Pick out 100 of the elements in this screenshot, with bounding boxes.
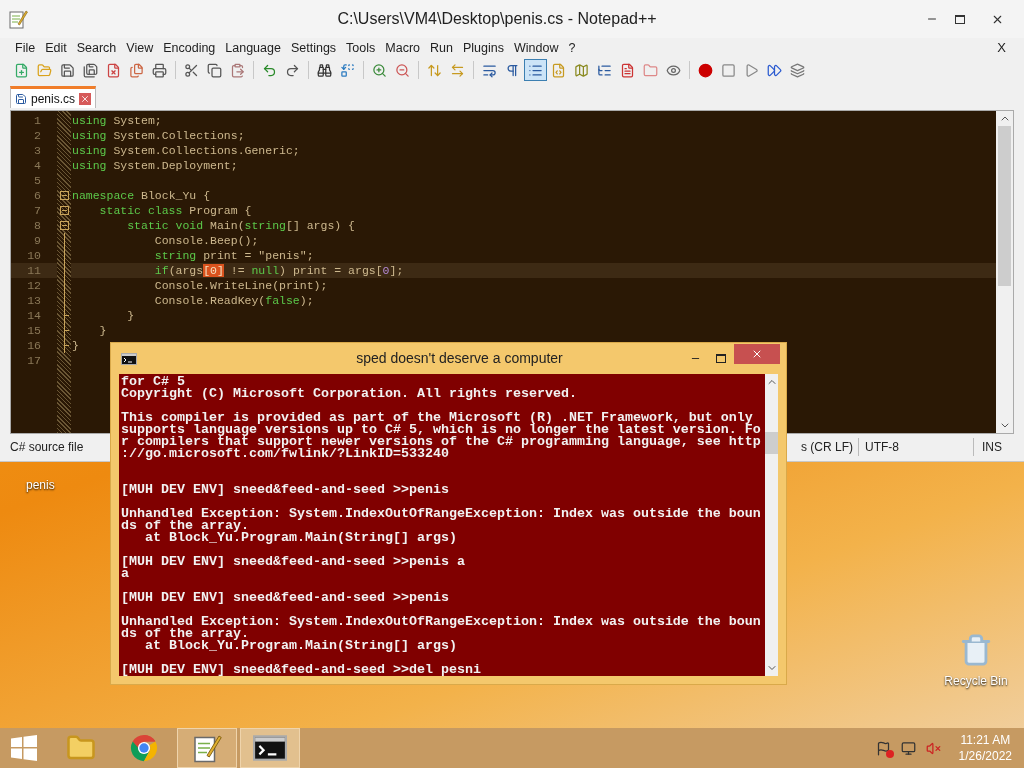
console-scrollbar[interactable] xyxy=(765,374,778,676)
fold-toggle[interactable] xyxy=(59,221,69,230)
console-line: ds of the array. xyxy=(121,628,249,640)
notepad-icon xyxy=(192,733,222,763)
list-icon xyxy=(528,62,543,78)
code-line: } xyxy=(72,339,79,352)
menu-item[interactable]: ? xyxy=(563,38,581,58)
recycle-bin-label: Recycle Bin xyxy=(944,673,1008,690)
terminal-icon xyxy=(253,735,287,761)
console-line: [MUH DEV ENV] sneed&feed-and-seed >>penis a xyxy=(121,556,465,568)
console-line: [MUH DEV ENV] sneed&feed-and-seed >>penis xyxy=(121,484,449,496)
line-number: 15 xyxy=(26,323,42,338)
menu-item[interactable]: Macro xyxy=(380,38,426,58)
cut-icon xyxy=(184,62,199,78)
code-line: static class Program { xyxy=(98,204,252,217)
replace-icon xyxy=(340,62,355,78)
code-line: } xyxy=(126,309,135,322)
menu-item[interactable]: Search xyxy=(71,38,122,58)
list-tree-icon xyxy=(597,62,612,78)
print-icon xyxy=(152,62,167,78)
eye-icon xyxy=(666,62,681,78)
stop-icon xyxy=(721,62,736,78)
speaker-muted-icon[interactable] xyxy=(925,740,941,756)
save-icon xyxy=(15,92,27,105)
clock-date: 1/26/2022 xyxy=(958,748,1012,764)
error-badge-icon xyxy=(885,749,894,758)
status-text: UTF-8 xyxy=(859,438,974,456)
fast-forward-icon xyxy=(767,62,782,78)
fold-toggle[interactable] xyxy=(59,191,69,200)
console-line: at Block_Yu.Program.Main(String[] args) xyxy=(144,532,457,544)
flag-icon[interactable] xyxy=(875,740,891,756)
maximize-icon xyxy=(955,14,965,24)
map-icon xyxy=(574,62,589,78)
menu-item[interactable]: Plugins xyxy=(457,38,509,58)
code-line: Console.Beep(); xyxy=(153,234,259,247)
network-icon[interactable] xyxy=(900,740,916,756)
redo-icon xyxy=(285,62,300,78)
close-document-button[interactable]: X xyxy=(989,38,1014,58)
scroll-thumb[interactable] xyxy=(998,126,1011,286)
line-number: 3 xyxy=(33,143,42,158)
code-line: using System.Deployment; xyxy=(72,159,238,172)
vertical-arrows-icon xyxy=(427,62,442,78)
menu-item[interactable]: Language xyxy=(220,38,286,58)
code-line: string print = "penis"; xyxy=(153,249,314,262)
notepad-icon xyxy=(8,9,28,29)
terminal-icon xyxy=(121,352,137,365)
line-number: 13 xyxy=(26,293,42,308)
console-line: a xyxy=(121,568,129,580)
folder-icon xyxy=(37,62,52,78)
maximize-icon xyxy=(716,354,726,363)
code-file-icon xyxy=(551,62,566,78)
close-all-icon xyxy=(129,62,144,78)
window-title: sped doesn't deserve a computer xyxy=(355,349,564,368)
vertical-scrollbar[interactable] xyxy=(996,111,1013,433)
console-line: Unhandled Exception: System.IndexOutOfRangeException: Index was outside the boun xyxy=(121,508,761,520)
line-number: 1 xyxy=(33,113,42,128)
line-number: 8 xyxy=(33,218,42,233)
line-number: 5 xyxy=(33,173,42,188)
paste-icon xyxy=(230,62,245,78)
menu-item[interactable]: Settings xyxy=(285,38,342,58)
clock-time: 11:21 AM xyxy=(960,732,1011,748)
menu-item[interactable]: Window xyxy=(508,38,564,58)
menu-item[interactable]: Encoding xyxy=(158,38,221,58)
console-line: [MUH DEV ENV] sneed&feed-and-seed >>del pesni xyxy=(121,664,481,676)
line-number: 16 xyxy=(26,338,42,353)
console-line: for C# 5 xyxy=(121,376,185,388)
undo-icon xyxy=(262,62,277,78)
window-title: C:\Users\VM4\Desktop\penis.cs - Notepad++ xyxy=(336,9,658,29)
menu-item[interactable]: Edit xyxy=(40,38,72,58)
code-line: static void Main(string[] args) { xyxy=(126,219,355,232)
document-tab[interactable]: penis.cs xyxy=(10,86,97,108)
tab-close-icon[interactable] xyxy=(79,92,92,105)
line-number: 12 xyxy=(26,278,42,293)
console-line: at Block_Yu.Program.Main(String[] args) xyxy=(144,640,457,652)
menu-item[interactable]: View xyxy=(121,38,159,58)
code-line: using System; xyxy=(72,114,162,127)
console-line: This compiler is provided as part of the Microsoft (R) .NET Framework, but only xyxy=(121,412,753,424)
fold-toggle[interactable] xyxy=(59,206,69,215)
line-number: 7 xyxy=(33,203,42,218)
taskbar-button[interactable] xyxy=(240,728,300,768)
wrap-text-icon xyxy=(482,62,497,78)
line-number: 2 xyxy=(33,128,42,143)
new-file-icon xyxy=(14,62,29,78)
console-line: ://go.microsoft.com/fwlink/?LinkID=533240 xyxy=(121,448,449,460)
pilcrow-icon xyxy=(505,62,520,78)
code-line: Console.ReadKey(false); xyxy=(153,294,314,307)
code-line: Console.WriteLine(print); xyxy=(153,279,328,292)
save-icon xyxy=(60,62,75,78)
zoom-in-icon xyxy=(372,62,387,78)
console-line: r compilers that support newer versions of the C# programming language, see http xyxy=(121,436,761,448)
console-line: Copyright (C) Microsoft Corporation. All rights reserved. xyxy=(121,388,577,400)
status-text: C# source file xyxy=(9,439,85,456)
circle-logo-icon xyxy=(129,733,159,763)
code-line: using System.Collections; xyxy=(72,129,245,142)
menu-item[interactable]: Tools xyxy=(341,38,381,58)
menu-item[interactable]: Run xyxy=(425,38,458,58)
menu-item[interactable]: File xyxy=(10,38,41,58)
play-icon xyxy=(744,62,759,78)
scroll-thumb[interactable] xyxy=(765,432,778,454)
line-number: 11 xyxy=(26,263,42,278)
